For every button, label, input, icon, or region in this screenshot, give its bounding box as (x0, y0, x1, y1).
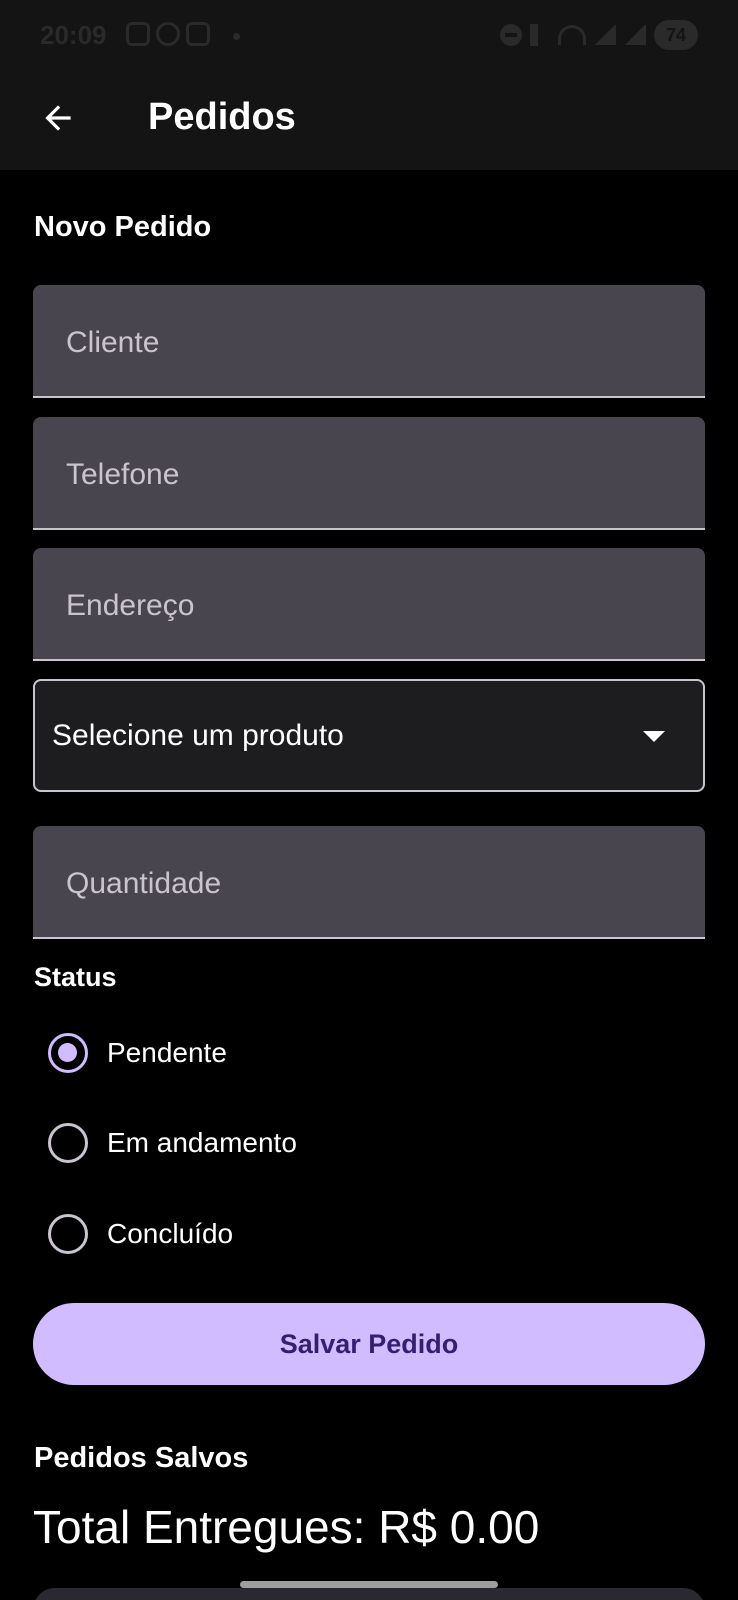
cliente-field[interactable]: Cliente (33, 285, 705, 398)
quantidade-field[interactable]: Quantidade (33, 826, 705, 939)
system-icons: 74 (500, 20, 698, 50)
notification-icons (126, 22, 210, 46)
status-option-em-andamento[interactable]: Em andamento (48, 1113, 448, 1173)
status-option-concluido[interactable]: Concluído (48, 1204, 448, 1264)
quantidade-placeholder: Quantidade (66, 867, 222, 900)
endereco-placeholder: Endereço (66, 589, 195, 622)
radio-button-checked[interactable] (48, 1033, 88, 1073)
dropdown-arrow-icon (643, 731, 665, 742)
instagram-icon (186, 22, 210, 46)
signal-icon (594, 25, 616, 45)
total-delivered-text: Total Entregues: R$ 0.00 (33, 1501, 540, 1553)
status-option-label: Concluído (107, 1218, 234, 1249)
telefone-field[interactable]: Telefone (33, 417, 705, 530)
status-option-pendente[interactable]: Pendente (48, 1023, 448, 1083)
mute-icon (530, 24, 550, 46)
back-button[interactable] (28, 88, 88, 148)
page-title: Pedidos (148, 96, 296, 138)
new-order-heading: Novo Pedido (34, 211, 212, 243)
screenshot-icon (126, 22, 150, 46)
battery-indicator: 74 (654, 20, 698, 50)
saved-orders-heading: Pedidos Salvos (34, 1442, 249, 1474)
produto-dropdown-value: Selecione um produto (52, 719, 344, 752)
app-bar: Pedidos (0, 72, 738, 170)
save-order-button[interactable]: Salvar Pedido (33, 1303, 705, 1385)
endereco-field[interactable]: Endereço (33, 548, 705, 661)
signal-2-icon (624, 25, 646, 45)
radio-button[interactable] (48, 1214, 88, 1254)
whatsapp-icon (156, 22, 180, 46)
do-not-disturb-icon (500, 24, 522, 46)
status-time: 20:09 (40, 20, 107, 50)
status-option-label: Pendente (107, 1037, 227, 1068)
more-notifications-dot (233, 33, 240, 40)
arrow-back-icon (45, 105, 71, 131)
produto-dropdown[interactable]: Selecione um produto (33, 679, 705, 792)
order-card[interactable] (33, 1588, 705, 1600)
status-bar: 20:09 74 (0, 0, 738, 72)
status-heading: Status (34, 962, 117, 992)
status-option-label: Em andamento (107, 1127, 297, 1158)
cliente-placeholder: Cliente (66, 326, 160, 359)
home-indicator[interactable] (240, 1581, 498, 1588)
radio-button[interactable] (48, 1123, 88, 1163)
telefone-placeholder: Telefone (66, 458, 180, 491)
wifi-icon (558, 25, 586, 45)
